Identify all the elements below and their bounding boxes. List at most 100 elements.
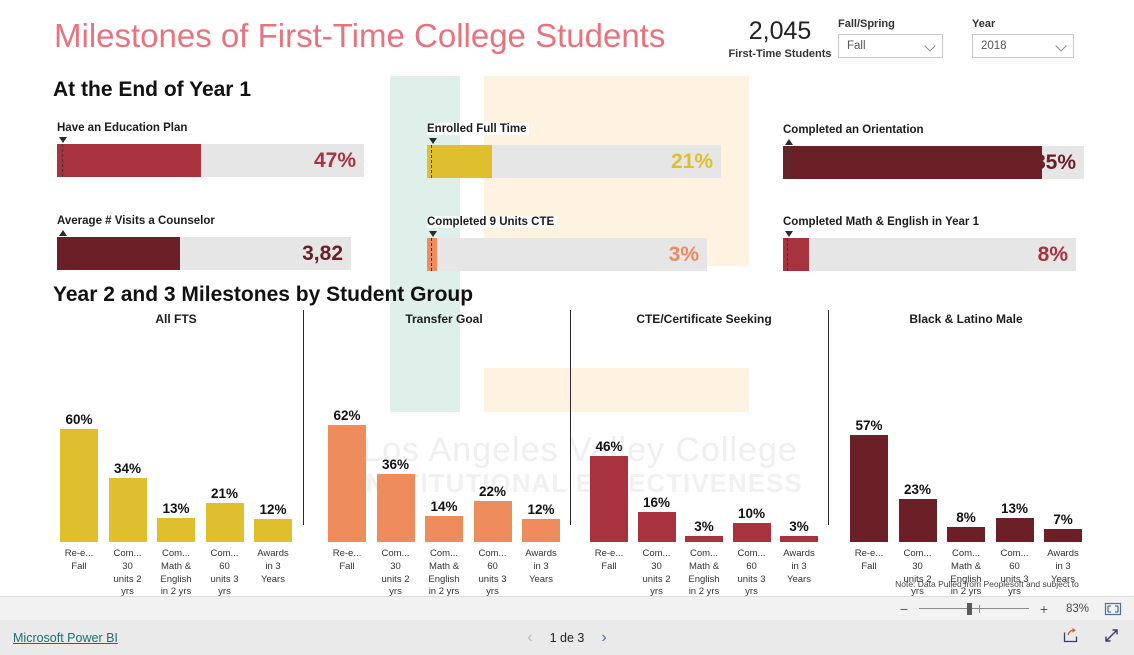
bar-column[interactable]: 34%	[108, 332, 147, 542]
bar[interactable]	[473, 500, 512, 542]
bar[interactable]	[850, 434, 888, 542]
kpi-card-3[interactable]: Completed an Orientation 85%	[783, 120, 1084, 179]
chevron-down-icon	[925, 41, 936, 52]
kpi-bar-fill	[57, 144, 202, 177]
bar[interactable]	[1044, 528, 1082, 542]
bar-chart-4[interactable]: Black & Latino Male 57% 23% 8% 13% 7% Re-e... F…	[850, 312, 1082, 596]
trend-up-icon	[785, 139, 793, 145]
kpi-value: 85%	[1033, 150, 1076, 174]
bar-column[interactable]: 21%	[205, 332, 244, 542]
zoom-in-button[interactable]: +	[1038, 602, 1050, 616]
share-icon[interactable]	[1062, 627, 1079, 649]
zoom-slider-thumb[interactable]	[967, 602, 972, 615]
chart-plot-area: 57% 23% 8% 13% 7%	[850, 332, 1082, 542]
kpi-target-marker	[61, 237, 63, 270]
kpi-bar-track: 85%	[783, 146, 1084, 179]
kpi-card-1[interactable]: Have an Education Plan 47%	[57, 118, 364, 177]
bar-column[interactable]: 13%	[995, 332, 1034, 542]
bar-column[interactable]: 3%	[685, 332, 723, 542]
data-source-note: Note: Data Pulled from Peoplesoft and su…	[895, 579, 1079, 589]
chart-divider-2	[570, 310, 571, 525]
bar[interactable]	[425, 515, 463, 542]
chart-plot-area: 62% 36% 14% 22% 12%	[328, 332, 560, 542]
chevron-right-icon[interactable]: ›	[601, 629, 606, 647]
kpi-value: 3%	[668, 242, 699, 266]
bar-column[interactable]: 62%	[328, 332, 366, 542]
bar-column[interactable]: 8%	[947, 332, 985, 542]
kpi-target-marker	[787, 146, 789, 179]
fullscreen-icon[interactable]	[1103, 627, 1120, 649]
kpi-card-6[interactable]: Completed Math & English in Year 1 8%	[783, 212, 1076, 271]
kpi-value: 21%	[670, 149, 713, 173]
bar[interactable]	[780, 536, 818, 542]
chart-title: CTE/Certificate Seeking	[636, 312, 772, 326]
chart-x-axis-labels: Re-e... Fall Com... 30 units 2 yrs Com... Math …	[590, 548, 818, 596]
bar-column[interactable]: 46%	[590, 332, 628, 542]
bar[interactable]	[254, 519, 292, 542]
slicer-fall-spring: Fall/Spring Fall	[838, 18, 943, 58]
kpi-bar-track: 8%	[783, 238, 1076, 271]
slicer-fall-spring-dropdown[interactable]: Fall	[838, 34, 943, 58]
section-heading-year-1: At the End of Year 1	[53, 78, 251, 101]
bar-chart-2[interactable]: Transfer Goal 62% 36% 14% 22% 12% Re-e... Fall C…	[328, 312, 560, 596]
bar-value-label: 14%	[430, 498, 458, 514]
fit-to-page-icon[interactable]	[1104, 602, 1122, 616]
chart-title: Transfer Goal	[405, 312, 483, 326]
bar-column[interactable]: 36%	[376, 332, 415, 542]
bar[interactable]	[995, 517, 1034, 542]
kpi-card-2[interactable]: Enrolled Full Time 21%	[427, 119, 721, 178]
zoom-out-button[interactable]: −	[898, 602, 910, 616]
kpi-title: Completed Math & English in Year 1	[783, 216, 982, 228]
chart-plot-area: 46% 16% 3% 10% 3%	[590, 332, 818, 542]
bar-value-label: 23%	[903, 481, 932, 497]
bar[interactable]	[637, 511, 676, 542]
kpi-card-5[interactable]: Completed 9 Units CTE 3%	[427, 212, 707, 271]
bar[interactable]	[205, 502, 244, 542]
bar[interactable]	[685, 536, 723, 542]
bar[interactable]	[590, 455, 628, 542]
chart-bars: 62% 36% 14% 22% 12%	[328, 332, 560, 542]
kpi-card-4[interactable]: Average # Visits a Counselor 3,82	[57, 211, 351, 270]
bar[interactable]	[157, 517, 195, 542]
bar-value-label: 10%	[737, 506, 766, 522]
bar[interactable]	[732, 523, 771, 542]
bar-column[interactable]: 12%	[522, 332, 560, 542]
bar[interactable]	[898, 498, 937, 542]
chart-x-axis-labels: Re-e... Fall Com... 30 units 2 yrs Com... Math …	[60, 548, 292, 596]
bar-column[interactable]: 13%	[157, 332, 195, 542]
bar-column[interactable]: 57%	[850, 332, 888, 542]
x-axis-label: Awards in 3 Years	[257, 548, 289, 585]
bar-column[interactable]: 14%	[425, 332, 463, 542]
bar[interactable]	[328, 425, 366, 542]
zoom-slider[interactable]	[919, 602, 1029, 616]
bar-value-label: 7%	[1053, 511, 1073, 527]
x-axis-label: Com... Math & English in 2 yrs	[688, 548, 720, 596]
chevron-left-icon[interactable]: ‹	[527, 629, 532, 647]
bar-chart-3[interactable]: CTE/Certificate Seeking 46% 16% 3% 10% 3% Re-e…	[590, 312, 818, 596]
chart-divider-3	[828, 310, 829, 525]
bar-column[interactable]: 3%	[780, 332, 818, 542]
bar-column[interactable]: 10%	[732, 332, 771, 542]
page-title: Milestones of First-Time College Student…	[54, 17, 666, 54]
kpi-bar-fill	[427, 145, 492, 178]
x-axis-label: Awards in 3 Years	[525, 548, 557, 585]
bar-column[interactable]: 22%	[473, 332, 512, 542]
bar-value-label: 22%	[478, 483, 507, 499]
kpi-target-marker	[431, 238, 433, 271]
kpi-bar-track: 47%	[57, 144, 364, 177]
slicer-year-dropdown[interactable]: 2018	[972, 34, 1074, 58]
bar-column[interactable]: 7%	[1044, 332, 1082, 542]
trend-down-icon	[429, 138, 437, 144]
chevron-down-icon	[1056, 41, 1067, 52]
bar[interactable]	[947, 526, 985, 542]
zoom-toolbar: − + 83%	[0, 596, 1134, 620]
bar[interactable]	[108, 478, 147, 542]
bar-column[interactable]: 23%	[898, 332, 937, 542]
bar-column[interactable]: 16%	[637, 332, 676, 542]
bar[interactable]	[376, 474, 415, 542]
bar[interactable]	[522, 519, 560, 542]
bar-column[interactable]: 12%	[254, 332, 292, 542]
bar-column[interactable]: 60%	[60, 332, 98, 542]
bar-chart-1[interactable]: All FTS 60% 34% 13% 21% 12% Re-e... Fall Com... 3…	[60, 312, 292, 596]
bar[interactable]	[60, 429, 98, 542]
